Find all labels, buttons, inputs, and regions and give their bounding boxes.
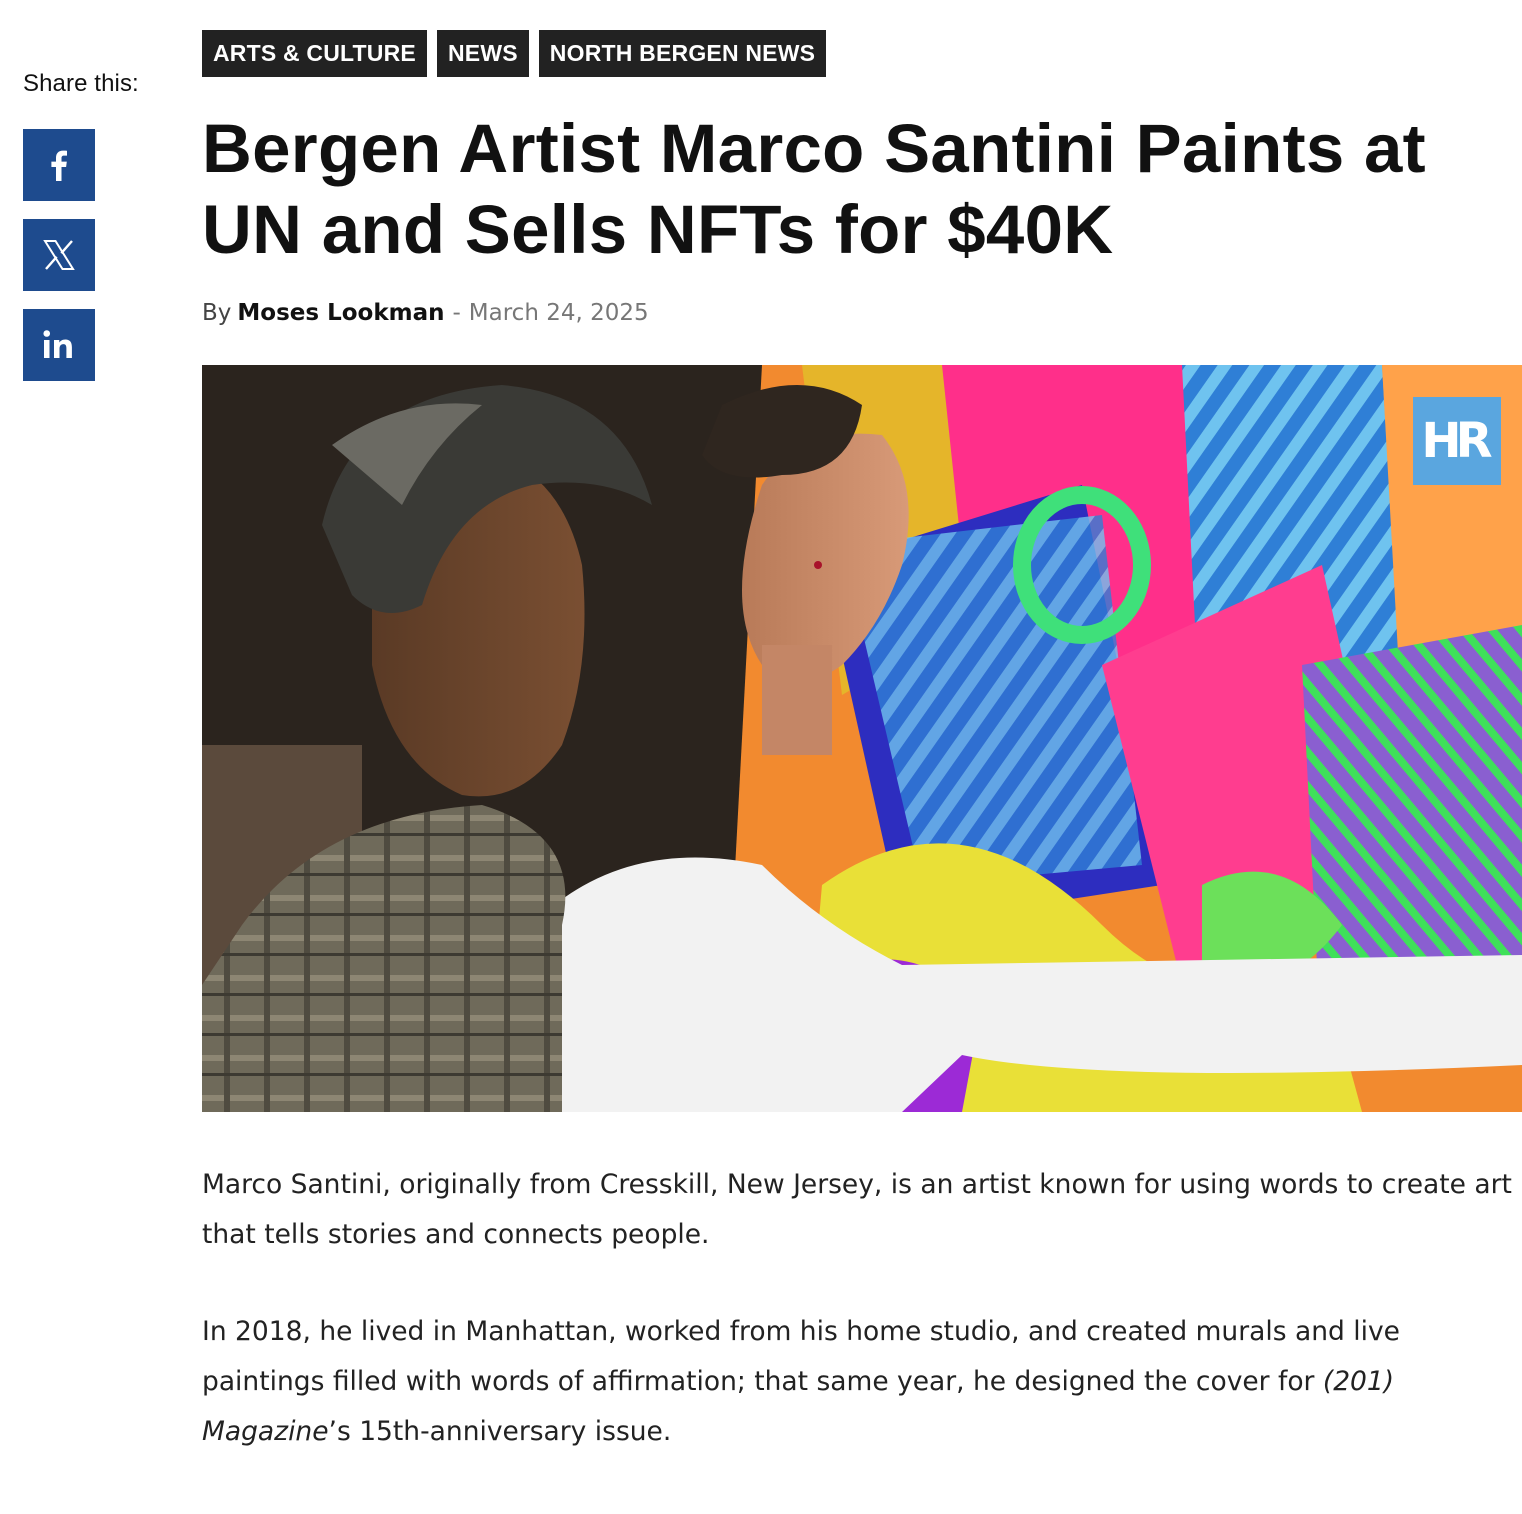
publication-logo: HR — [1413, 397, 1501, 485]
byline-separator: - — [452, 300, 461, 326]
paragraph-text: ’s 15th-anniversary issue. — [328, 1416, 672, 1447]
x-icon — [41, 237, 77, 273]
byline: By Moses Lookman - March 24, 2025 — [202, 296, 649, 330]
publish-date: March 24, 2025 — [468, 300, 649, 326]
share-label: Share this: — [23, 70, 139, 97]
facebook-share-button[interactable] — [23, 129, 95, 201]
logo-text: HR — [1421, 413, 1492, 469]
author-link[interactable]: Moses Lookman — [237, 300, 444, 326]
tag-arts-culture[interactable]: ARTS & CULTURE — [202, 30, 427, 77]
hero-image: HR — [202, 365, 1522, 1112]
tag-north-bergen-news[interactable]: NORTH BERGEN NEWS — [538, 30, 827, 77]
paragraph-text: In 2018, he lived in Manhattan, worked f… — [202, 1316, 1400, 1397]
paragraph: Marco Santini, originally from Cresskill… — [202, 1169, 1512, 1250]
tag-news[interactable]: NEWS — [436, 30, 529, 77]
x-share-button[interactable] — [23, 219, 95, 291]
linkedin-icon — [39, 325, 79, 365]
category-tags: ARTS & CULTURE NEWS NORTH BERGEN NEWS — [202, 30, 827, 77]
paragraph: In 2018, he lived in Manhattan, worked f… — [202, 1307, 1522, 1457]
article-body: Marco Santini, originally from Cresskill… — [202, 1160, 1522, 1504]
facebook-icon — [39, 145, 79, 185]
linkedin-share-button[interactable] — [23, 309, 95, 381]
article-title: Bergen Artist Marco Santini Paints at UN… — [202, 110, 1426, 268]
byline-prefix: By — [202, 300, 232, 326]
